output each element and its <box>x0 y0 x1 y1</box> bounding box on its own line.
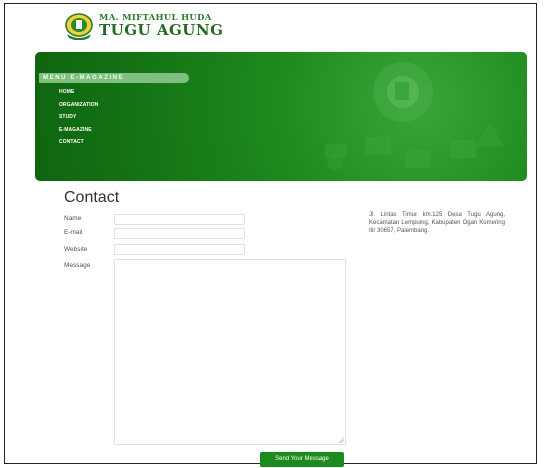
message-textarea[interactable] <box>114 259 346 445</box>
banner-decoration <box>325 62 505 170</box>
send-message-button[interactable]: Send Your Message <box>260 452 344 467</box>
address-text: Jl. Lintas Timur km.125 Desa Tugu Agung,… <box>369 212 505 234</box>
menu-title: MENU E-MAGAZINE <box>39 73 189 83</box>
menu-item-organization[interactable]: ORGANIZATION <box>59 99 98 112</box>
site-logo[interactable]: MA. MIFTAHUL HUDA TUGU AGUNG <box>64 12 223 40</box>
menu-item-home[interactable]: HOME <box>59 86 98 99</box>
name-label: Name <box>64 215 82 222</box>
page-title: Contact <box>64 189 120 206</box>
website-label: Website <box>64 246 88 253</box>
email-field[interactable] <box>114 228 245 239</box>
resize-grip-icon[interactable] <box>338 437 344 443</box>
menu-item-e-magazine[interactable]: E-MAGAZINE <box>59 124 98 137</box>
logo-school-location: TUGU AGUNG <box>99 20 224 39</box>
email-label: E-mail <box>64 229 83 236</box>
header-banner: MENU E-MAGAZINE HOME ORGANIZATION STUDY … <box>35 52 527 181</box>
message-label: Message <box>64 262 91 269</box>
menu-item-study[interactable]: STUDY <box>59 111 98 124</box>
menu-item-contact[interactable]: CONTACT <box>59 136 98 149</box>
main-menu: HOME ORGANIZATION STUDY E-MAGAZINE CONTA… <box>59 86 98 149</box>
name-field[interactable] <box>114 214 245 225</box>
school-emblem-icon <box>65 13 93 40</box>
website-field[interactable] <box>114 244 245 255</box>
